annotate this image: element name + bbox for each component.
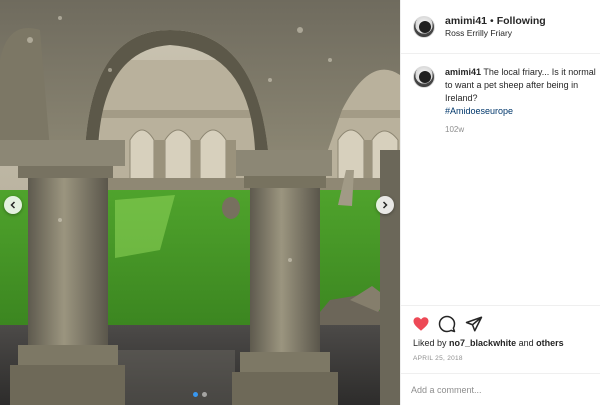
chevron-right-icon [382,201,388,209]
carousel-dot [202,392,207,397]
header-separator: • [490,15,494,27]
following-button[interactable]: Following [497,15,546,27]
chevron-left-icon [10,201,16,209]
likes-summary: Liked by no7_blackwhite and others [413,338,564,348]
liker-username-link[interactable]: no7_blackwhite [449,338,516,348]
carousel-next-button[interactable] [376,196,394,214]
post-photo[interactable] [0,0,400,405]
post-actions: Liked by no7_blackwhite and others APRIL… [401,305,600,405]
caption-area: amimi41 The local friary... Is it normal… [401,54,600,304]
username-link[interactable]: amimi41 [445,15,487,27]
comment-icon [438,315,456,333]
friary-cloister-image [0,0,400,405]
carousel-dot [193,392,198,397]
header-line: amimi41 • Following [445,15,546,27]
post-header: amimi41 • Following Ross Errilly Friary [401,0,600,54]
carousel-dots [0,392,400,397]
caption-text: amimi41 The local friary... Is it normal… [445,66,600,118]
comment-box [401,373,600,405]
caption-username[interactable]: amimi41 [445,67,481,77]
post-date: APRIL 25, 2018 [413,355,463,362]
likes-and: and [518,338,534,348]
share-icon [465,316,483,332]
avatar[interactable] [413,66,435,88]
likes-prefix: Liked by [413,338,447,348]
post-side-panel: amimi41 • Following Ross Errilly Friary am… [400,0,600,405]
likes-others-link[interactable]: others [536,338,564,348]
location-link[interactable]: Ross Errilly Friary [445,28,512,38]
like-button[interactable] [412,315,430,333]
comment-button[interactable] [438,315,456,333]
comment-input[interactable] [411,382,597,398]
avatar[interactable] [413,16,435,38]
heart-icon [413,317,429,331]
carousel-prev-button[interactable] [4,196,22,214]
hashtag-link[interactable]: #Amidoeseurope [445,105,600,118]
caption-time: 102w [445,125,465,134]
share-button[interactable] [465,315,483,333]
